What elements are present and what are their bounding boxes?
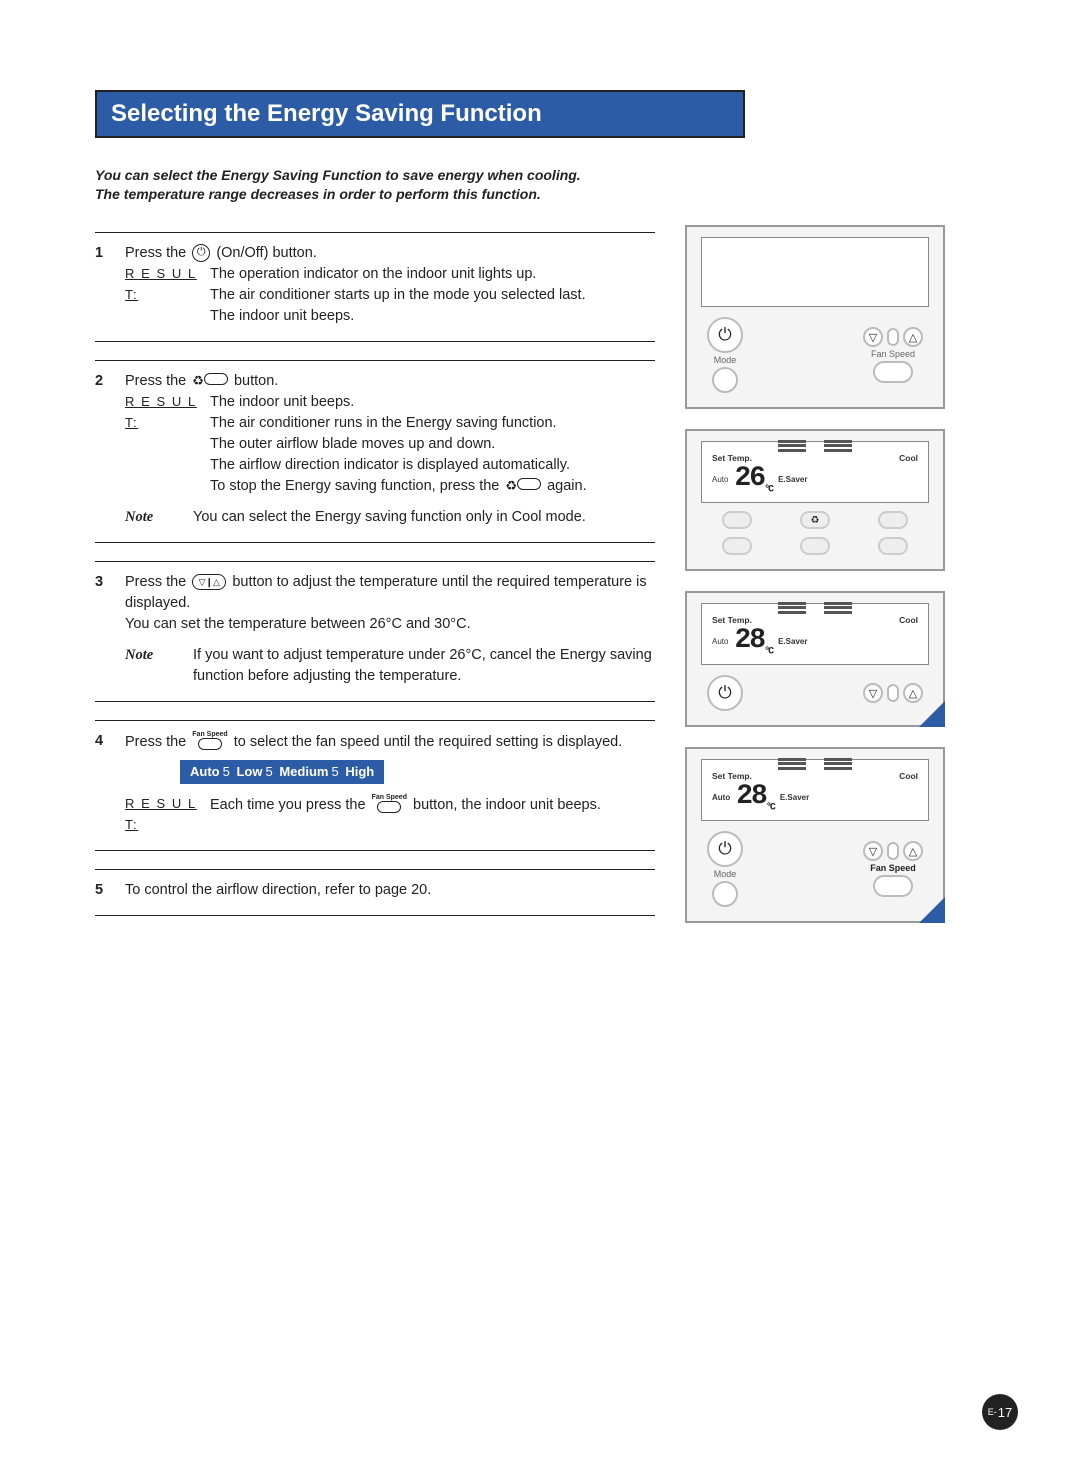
- airflow-bars-icon: [824, 438, 852, 453]
- airflow-bars-icon: [778, 756, 806, 771]
- fan-speed-button: [873, 875, 913, 897]
- step-number: 1: [95, 243, 125, 327]
- lcd-display: Set Temp. Cool Auto 28°C E.Saver: [701, 603, 929, 665]
- step-3: 3 Press the ▽❙△ button to adjust the tem…: [95, 561, 655, 702]
- temp-buttons: ▽ △: [863, 683, 923, 703]
- power-icon: ⏻: [192, 244, 210, 262]
- step-number: 3: [95, 572, 125, 687]
- airflow-bars-icon: [778, 600, 806, 615]
- mode-button: [712, 881, 738, 907]
- temp-buttons: ▽ △: [863, 841, 923, 861]
- result-label: R E S U L T:: [125, 796, 197, 832]
- lcd-display: Set Temp. Cool Auto 26°C E.Saver: [701, 441, 929, 503]
- remote-panel-3: Set Temp. Cool Auto 28°C E.Saver ⏻ ▽ △: [685, 591, 945, 727]
- result-label: R E S U L T:: [125, 266, 197, 302]
- temp-adjust-icon: ▽❙△: [192, 574, 226, 590]
- highlight-arrow-icon: [919, 897, 945, 923]
- intro-text: You can select the Energy Saving Functio…: [95, 166, 655, 204]
- airflow-bars-icon: [824, 600, 852, 615]
- small-button: [722, 537, 752, 555]
- lcd-display: Set Temp. Cool Auto 28°C E.Saver: [701, 759, 929, 821]
- mode-button: [712, 367, 738, 393]
- step-number: 5: [95, 880, 125, 901]
- result-label: R E S U L T:: [125, 394, 197, 430]
- step-5: 5 To control the airflow direction, refe…: [95, 869, 655, 916]
- power-button: ⏻: [707, 317, 743, 353]
- lcd-display: [701, 237, 929, 307]
- step-4: 4 Press the Fan Speed to select the fan …: [95, 720, 655, 851]
- fan-speed-icon: Fan Speed: [372, 794, 407, 817]
- remote-panel-1: ⏻ Mode ▽ △ Fan Speed: [685, 225, 945, 409]
- airflow-bars-icon: [824, 756, 852, 771]
- small-button: [722, 511, 752, 529]
- step-number: 2: [95, 371, 125, 528]
- small-button: [878, 511, 908, 529]
- esaver-button: ♻: [800, 511, 830, 529]
- small-button: [878, 537, 908, 555]
- esaver-icon: ♻: [505, 478, 541, 494]
- page-title: Selecting the Energy Saving Function: [95, 90, 745, 138]
- fan-speed-icon: Fan Speed: [192, 731, 227, 754]
- small-button: [800, 537, 830, 555]
- fan-speed-button: [873, 361, 913, 383]
- esaver-icon: ♻: [192, 373, 228, 389]
- remote-panel-4: Set Temp. Cool Auto 28°C E.Saver ⏻ Mode …: [685, 747, 945, 923]
- step-number: 4: [95, 731, 125, 836]
- illustration-column: ⏻ Mode ▽ △ Fan Speed Set Temp: [685, 225, 945, 923]
- power-button: ⏻: [707, 675, 743, 711]
- airflow-bars-icon: [778, 438, 806, 453]
- note-label: Note: [125, 645, 185, 687]
- remote-panel-2: Set Temp. Cool Auto 26°C E.Saver ♻: [685, 429, 945, 571]
- power-button: ⏻: [707, 831, 743, 867]
- step-2: 2 Press the ♻ button. R E S U L T: The i…: [95, 360, 655, 543]
- temp-buttons: ▽ △: [863, 327, 923, 347]
- highlight-arrow-icon: [919, 701, 945, 727]
- note-label: Note: [125, 507, 185, 528]
- page-number: E-17: [982, 1394, 1018, 1430]
- steps-list: 1 Press the ⏻ (On/Off) button. R E S U L…: [95, 232, 655, 917]
- fan-cycle: Auto5 Low5 Medium5 High: [180, 760, 384, 785]
- step-1: 1 Press the ⏻ (On/Off) button. R E S U L…: [95, 232, 655, 342]
